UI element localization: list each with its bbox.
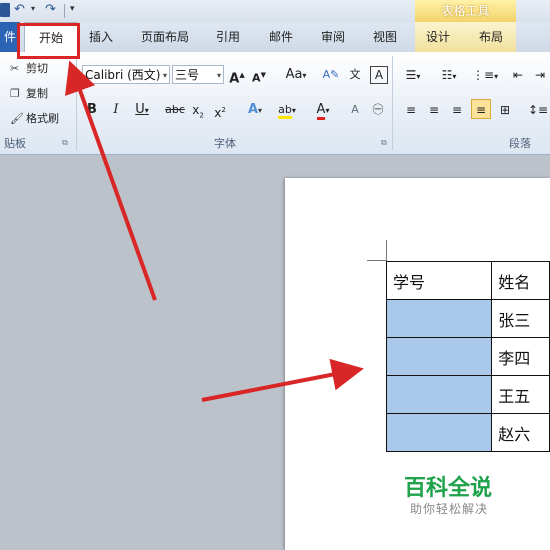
annotation-arrows [65, 60, 364, 402]
arrow-to-table [201, 358, 364, 402]
arrow-to-home-tab [65, 60, 157, 301]
